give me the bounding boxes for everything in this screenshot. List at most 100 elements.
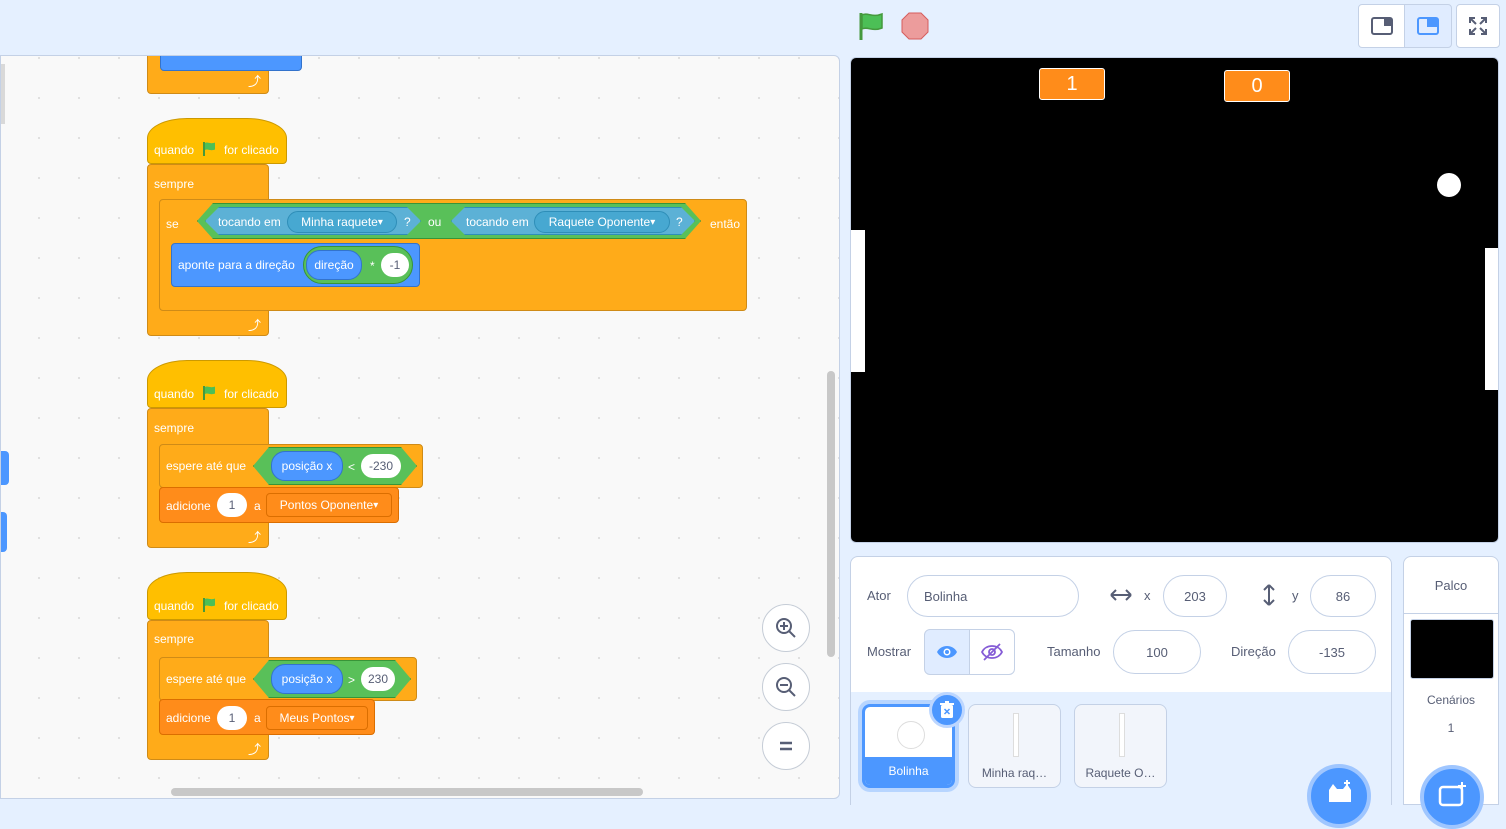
show-label: Mostrar (867, 644, 912, 659)
image-add-icon (1438, 782, 1466, 807)
stage-thumbnail[interactable] (1410, 619, 1494, 679)
variable-dropdown[interactable]: Meus Pontos (266, 706, 368, 730)
when-flag-clicked-hat[interactable]: quando for clicado (147, 572, 287, 620)
fullscreen-button[interactable] (1456, 4, 1500, 48)
wait-until-label: espere até que (166, 459, 247, 473)
zoom-in-icon (776, 618, 796, 638)
ball-sprite[interactable] (1437, 173, 1461, 197)
forever-label: sempre (154, 177, 195, 191)
equals-icon (780, 741, 792, 751)
zoom-out-button[interactable] (762, 663, 810, 711)
compare-value[interactable]: -230 (361, 454, 401, 478)
trash-icon (940, 701, 954, 718)
sprite-thumbnail (1013, 713, 1019, 757)
sprite-tile-minha-raquete[interactable]: Minha raq… (968, 704, 1061, 788)
flyout-block-fragment (1, 451, 9, 485)
delete-sprite-button[interactable] (929, 692, 965, 728)
hat-for-clicado: for clicado (224, 387, 279, 401)
hide-sprite-button[interactable] (969, 629, 1015, 675)
touching-object-dropdown-1[interactable]: Minha raquete (287, 211, 397, 233)
stop-icon[interactable] (899, 10, 931, 42)
multiply-value[interactable]: -1 (381, 253, 409, 277)
zoom-in-button[interactable] (762, 604, 810, 652)
size-field[interactable]: 100 (1113, 630, 1201, 674)
add-sprite-button[interactable] (1307, 764, 1371, 828)
sprite-name-field[interactable]: Bolinha (907, 575, 1079, 617)
stage-canvas[interactable]: 1 0 (850, 57, 1499, 543)
green-flag-icon[interactable] (856, 10, 888, 42)
vertical-scrollbar[interactable] (827, 371, 835, 657)
touching-label-2: tocando em (466, 215, 529, 229)
backdrops-count: 1 (1447, 721, 1455, 735)
when-flag-clicked-hat[interactable]: quando for clicado (147, 360, 287, 408)
hat-quando: quando (154, 143, 195, 157)
forever-label: sempre (154, 421, 195, 435)
hat-quando: quando (154, 599, 195, 613)
y-field[interactable]: 86 (1310, 575, 1376, 617)
forever-block-end[interactable]: ⤴ (147, 56, 302, 94)
hat-for-clicado: for clicado (224, 143, 279, 157)
flyout-block-fragment (1, 512, 7, 552)
sprite-label: Ator (867, 588, 891, 603)
multiply-sign: * (370, 259, 375, 273)
question-mark-2: ? (676, 215, 683, 229)
loop-arrow-icon: ⤴ (248, 530, 262, 545)
change-label: adicione (166, 711, 211, 725)
point-direction-label: aponte para a direção (178, 258, 295, 272)
normal-stage-button[interactable] (1404, 4, 1452, 48)
x-arrows-icon (1110, 589, 1132, 601)
loop-arrow-icon: ⤴ (248, 74, 262, 89)
x-position-reporter[interactable]: posição x (271, 451, 343, 481)
green-flag-icon (203, 142, 215, 156)
left-paddle-sprite[interactable] (851, 230, 865, 372)
touching-object-dropdown-2[interactable]: Raquete Oponente (534, 211, 670, 233)
score-right-monitor: 0 (1224, 70, 1290, 102)
x-position-reporter[interactable]: posição x (271, 664, 343, 694)
sprite-name: Raquete O… (1085, 766, 1156, 780)
direction-field[interactable]: -135 (1288, 630, 1376, 674)
when-flag-clicked-hat[interactable]: quando for clicado (147, 118, 287, 164)
or-label: ou (428, 215, 442, 229)
code-workspace[interactable]: ⤴ quando for clicado sempre ⤴ se então o… (0, 55, 840, 799)
show-sprite-button[interactable] (924, 629, 970, 675)
variable-dropdown[interactable]: Pontos Oponente (266, 493, 392, 517)
zoom-reset-button[interactable] (762, 722, 810, 770)
question-mark-1: ? (404, 215, 411, 229)
y-label: y (1292, 588, 1299, 603)
right-paddle-sprite[interactable] (1485, 248, 1498, 390)
change-label: adicione (166, 499, 211, 513)
hat-quando: quando (154, 387, 195, 401)
zoom-out-icon (776, 677, 796, 697)
compare-value[interactable]: 230 (361, 667, 395, 691)
green-flag-icon (203, 386, 215, 400)
then-label: então (710, 217, 741, 231)
backdrops-label: Cenários (1426, 693, 1476, 707)
fullscreen-icon (1469, 17, 1487, 35)
by-label: a (254, 711, 261, 725)
sprite-name: Bolinha (865, 757, 952, 785)
small-stage-icon (1371, 17, 1393, 35)
change-amount[interactable]: 1 (217, 706, 247, 730)
eye-slash-icon (981, 643, 1003, 661)
stage-panel[interactable]: Palco Cenários 1 (1403, 556, 1499, 829)
x-field[interactable]: 203 (1163, 575, 1227, 617)
stage-panel-title: Palco (1404, 557, 1498, 614)
size-label: Tamanho (1047, 644, 1101, 659)
loop-arrow-icon: ⤴ (248, 318, 262, 333)
workspace-left-edge (1, 64, 5, 124)
forever-label: sempre (154, 632, 195, 646)
add-backdrop-button[interactable] (1420, 765, 1484, 829)
sprite-thumbnail (1119, 713, 1125, 757)
hat-for-clicado: for clicado (224, 599, 279, 613)
touching-label-1: tocando em (218, 215, 281, 229)
by-label: a (254, 499, 261, 513)
sprite-tile-raquete-oponente[interactable]: Raquete O… (1074, 704, 1167, 788)
horizontal-scrollbar[interactable] (171, 788, 643, 796)
x-label: x (1144, 588, 1151, 603)
cat-add-icon (1329, 780, 1351, 802)
small-stage-button[interactable] (1358, 4, 1406, 48)
sprite-list: Bolinha Minha raq… Raquete O… (851, 692, 1391, 828)
direction-reporter[interactable]: direção (306, 250, 362, 280)
loop-arrow-icon: ⤴ (248, 742, 262, 757)
change-amount[interactable]: 1 (217, 493, 247, 517)
